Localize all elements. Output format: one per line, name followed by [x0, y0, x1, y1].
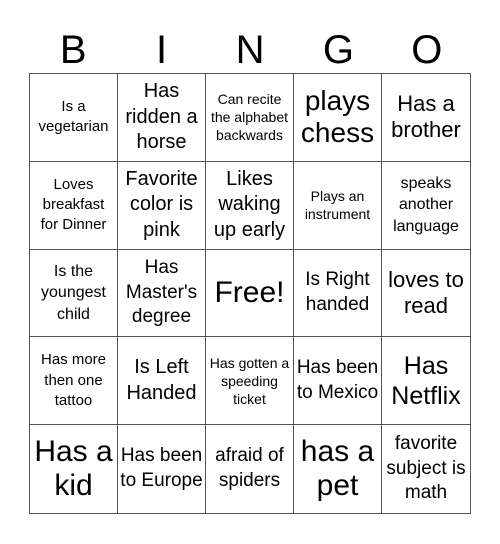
bingo-cell[interactable]: Is Right handed	[294, 249, 382, 338]
bingo-cell[interactable]: Has ridden a horse	[118, 74, 206, 162]
bingo-cell[interactable]: Is Left Handed	[118, 337, 206, 426]
bingo-cell[interactable]: plays chess	[294, 74, 382, 162]
bingo-cell[interactable]: Has Master's degree	[118, 249, 206, 338]
header-letter-i: I	[156, 28, 168, 72]
bingo-cell[interactable]: Has a kid	[30, 425, 118, 513]
header-letter-g: G	[322, 28, 354, 72]
bingo-cell[interactable]: afraid of spiders	[206, 425, 294, 513]
bingo-cell[interactable]: Has been to Europe	[118, 425, 206, 513]
free-space-cell[interactable]: Free!	[206, 249, 294, 338]
bingo-cell[interactable]: Likes waking up early	[206, 161, 294, 250]
bingo-cell[interactable]: Favorite color is pink	[118, 161, 206, 250]
bingo-cell[interactable]: Has been to Mexico	[294, 337, 382, 426]
bingo-card-grid: Is a vegetarian Has ridden a horse Can r…	[29, 73, 471, 514]
bingo-cell[interactable]: Has more then one tattoo	[30, 337, 118, 426]
bingo-cell[interactable]: has a pet	[294, 425, 382, 513]
bingo-cell[interactable]: Can recite the alphabet backwards	[206, 74, 294, 162]
bingo-cell[interactable]: Is the youngest child	[30, 249, 118, 338]
bingo-header: B I N G O	[29, 28, 471, 73]
bingo-cell[interactable]: Plays an instrument	[294, 161, 382, 250]
bingo-cell[interactable]: Has gotten a speeding ticket	[206, 337, 294, 426]
bingo-cell[interactable]: loves to read	[382, 250, 470, 338]
bingo-cell[interactable]: speaks another language	[382, 162, 470, 250]
header-letter-o: O	[411, 28, 443, 72]
bingo-cell[interactable]: Has Netflix	[382, 337, 470, 426]
bingo-cell[interactable]: Has a brother	[382, 74, 470, 162]
bingo-cell[interactable]: Is a vegetarian	[30, 74, 118, 162]
header-letter-b: B	[59, 28, 87, 72]
bingo-cell[interactable]: Loves breakfast for Dinner	[30, 161, 118, 250]
bingo-cell[interactable]: favorite subject is math	[382, 425, 470, 513]
header-letter-n: N	[235, 28, 265, 72]
